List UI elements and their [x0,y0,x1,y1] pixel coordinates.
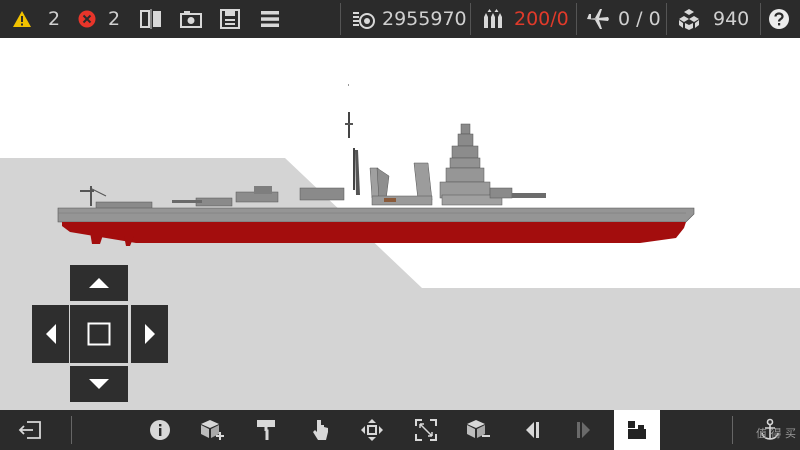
help-button[interactable] [768,0,790,38]
divider [576,3,577,35]
screenshot-button[interactable] [180,0,202,38]
move-right-button[interactable] [131,305,168,363]
divider [666,3,667,35]
add-block-icon [201,420,224,440]
blocks-value: 940 [713,8,750,30]
ammo-icon [484,9,502,28]
arrow-left-icon [45,324,56,344]
aircraft-indicator: 0 / 0 [586,0,661,38]
info-icon [150,420,170,440]
ammo-indicator: 200/0 [482,0,569,38]
paint-roller-icon [257,420,275,440]
divider [71,416,72,444]
center-square-icon [87,322,111,346]
touch-icon [313,420,328,440]
errors-count: 2 [108,8,121,30]
aircraft-value: 0 / 0 [618,8,661,30]
main-menu-button[interactable] [260,0,280,38]
move-left-button[interactable] [32,305,69,363]
paint-button[interactable] [246,410,286,450]
step-back-icon [526,422,539,438]
arrow-up-icon [89,278,109,288]
add-block-button[interactable] [192,410,232,450]
warnings-count: 2 [48,8,61,30]
warning-icon [13,11,31,27]
arrow-right-icon [144,324,155,344]
watermark-text: 值 得 买 [756,427,796,440]
money-value: 2955970 [382,8,467,30]
blocks-indicator: 940 [677,0,749,38]
divider [340,3,341,35]
exit-button[interactable] [10,410,50,450]
divider [732,416,733,444]
move-button[interactable] [352,410,392,450]
save-icon [220,9,240,29]
blocks-selection-icon [628,421,646,439]
blocks-selection-button[interactable] [614,410,660,450]
top-status-bar: 2 2 2955970 200/0 0 / 0 940 [0,0,800,38]
remove-block-button[interactable] [458,410,498,450]
exit-icon [18,421,41,439]
symmetry-icon [140,9,161,29]
menu-icon [261,11,279,27]
camera-icon [180,11,202,28]
symmetry-button[interactable] [140,0,162,38]
error-icon [78,10,96,28]
resize-button[interactable] [406,410,446,450]
warnings-indicator[interactable]: 2 [12,0,60,38]
center-view-button[interactable] [70,305,128,363]
step-forward-button[interactable] [564,410,604,450]
move-down-button[interactable] [70,366,128,402]
move-up-button[interactable] [70,265,128,301]
divider [470,3,471,35]
bottom-toolbar [0,410,800,450]
move-icon [361,419,383,441]
coins-icon [353,12,375,29]
save-button[interactable] [220,0,240,38]
plane-icon [587,9,609,29]
build-viewport[interactable] [0,38,800,410]
resize-icon [415,419,437,441]
info-button[interactable] [140,410,180,450]
step-back-button[interactable] [512,410,552,450]
money-indicator: 2955970 [352,0,467,38]
remove-block-icon [467,420,490,438]
help-icon [769,9,789,29]
ammo-value: 200/0 [514,8,569,30]
select-touch-button[interactable] [300,410,340,450]
errors-indicator[interactable]: 2 [78,0,120,38]
divider [760,3,761,35]
step-forward-icon [577,422,590,438]
blocks-icon [679,9,699,30]
arrow-down-icon [89,379,109,389]
